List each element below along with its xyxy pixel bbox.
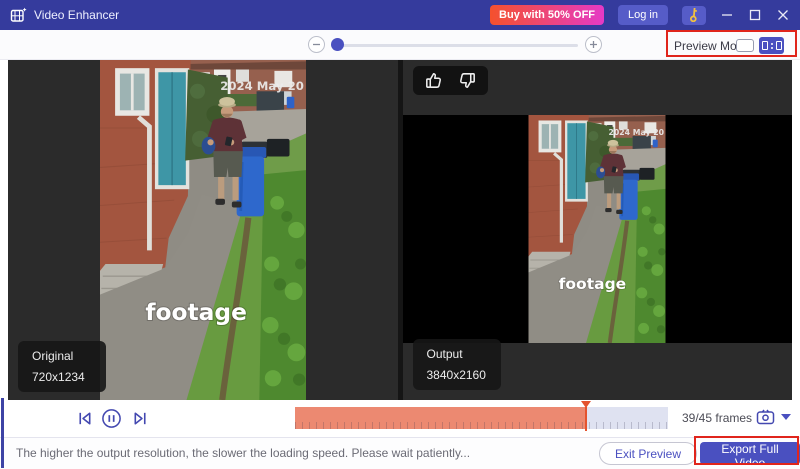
buy-discount-button[interactable]: Buy with 50% OFF: [490, 5, 604, 25]
maximize-icon[interactable]: [748, 8, 762, 22]
titlebar: Video Enhancer Buy with 50% OFF Log in: [0, 0, 800, 30]
exit-preview-button[interactable]: Exit Preview: [599, 442, 697, 465]
output-label-badge: Output 3840x2160: [413, 339, 501, 390]
original-label-badge: Original 720x1234: [18, 341, 106, 392]
original-video: 2024 May 20 footage: [100, 60, 306, 400]
thumbs-up-button[interactable]: [423, 70, 444, 91]
original-preview-pane: 2024 May 20 footage Original 720x1234: [8, 60, 398, 400]
app-logo-icon: [10, 7, 27, 24]
close-icon[interactable]: [776, 8, 790, 22]
playhead-marker[interactable]: [580, 401, 592, 433]
next-frame-button[interactable]: [132, 410, 149, 427]
activation-key-button[interactable]: [682, 6, 706, 25]
previous-frame-button[interactable]: [76, 410, 93, 427]
progress-ticks: [295, 422, 668, 429]
pause-button[interactable]: [101, 408, 122, 429]
split-view-mode-icon[interactable]: [759, 37, 784, 54]
progress-bar[interactable]: [295, 407, 668, 429]
zoom-slider-track[interactable]: [332, 44, 578, 47]
status-message: The higher the output resolution, the sl…: [16, 438, 470, 469]
thumbs-down-button[interactable]: [457, 70, 478, 91]
snapshot-dropdown-icon[interactable]: [781, 414, 791, 420]
output-label: Output: [427, 347, 487, 361]
thumbs-down-icon: [457, 70, 478, 91]
minimize-icon[interactable]: [720, 8, 734, 22]
frames-counter: 39/45 frames: [682, 400, 752, 437]
single-view-mode-icon[interactable]: [736, 39, 754, 52]
playback-bar: 39/45 frames: [0, 400, 800, 437]
feedback-bar: [413, 66, 488, 95]
preview-area: 2024 May 20 footage Original 720x1234: [0, 60, 800, 400]
login-button[interactable]: Log in: [618, 5, 668, 25]
skip-start-icon: [76, 410, 93, 427]
preview-toolbar: Preview Mode:: [0, 30, 800, 60]
thumbs-up-icon: [423, 70, 444, 91]
window-edge-accent: [1, 398, 4, 468]
export-full-video-button[interactable]: Export Full Video: [700, 442, 800, 465]
zoom-out-button[interactable]: [308, 36, 325, 53]
original-resolution: 720x1234: [32, 370, 92, 384]
key-icon: [687, 8, 701, 22]
zoom-slider-handle[interactable]: [331, 38, 344, 51]
skip-end-icon: [132, 410, 149, 427]
output-video: [529, 115, 666, 343]
pause-icon: [101, 408, 122, 429]
app-title: Video Enhancer: [34, 8, 119, 22]
output-preview-pane: Output 3840x2160: [403, 60, 793, 400]
zoom-in-button[interactable]: [585, 36, 602, 53]
original-label: Original: [32, 349, 92, 363]
snapshot-button[interactable]: [756, 409, 775, 425]
output-resolution: 3840x2160: [427, 368, 487, 382]
camera-icon: [756, 409, 775, 425]
status-bar: The higher the output resolution, the sl…: [0, 437, 800, 469]
video-enhancer-window: Video Enhancer Buy with 50% OFF Log in: [0, 0, 800, 469]
